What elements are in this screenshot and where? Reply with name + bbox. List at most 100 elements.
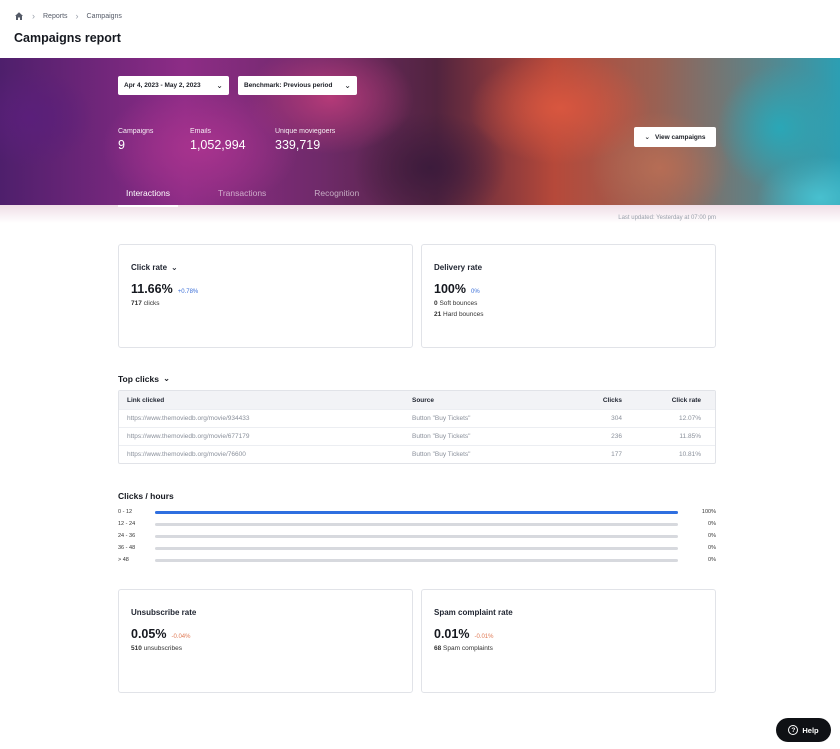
help-button[interactable]: ? Help <box>776 718 831 742</box>
clicks-cell: 304 <box>611 415 622 422</box>
spam-rate-delta: -0.01% <box>474 634 494 640</box>
unsubscribe-rate-value: 0.05% <box>131 627 167 641</box>
column-header: Link clicked <box>127 396 165 404</box>
click-rate-value: 11.66% <box>131 282 173 296</box>
stat-value: 1,052,994 <box>190 138 246 152</box>
page-title: Campaigns report <box>14 31 121 45</box>
hours-row: > 48 0% <box>118 555 716 565</box>
delivery-rate-title: Delivery rate <box>434 263 483 272</box>
click-rate-title-label: Click rate <box>131 263 168 272</box>
delivery-rate-delta: 0% <box>470 289 480 295</box>
hours-percent: 0% <box>708 521 716 527</box>
top-clicks-title-label: Top clicks <box>118 373 159 384</box>
delivery-rate-value: 100% <box>434 282 466 296</box>
link-cell[interactable]: https://www.themoviedb.org/movie/934433 <box>119 415 412 422</box>
spam-complaints-count: 68 <box>434 645 442 652</box>
progress-fill <box>155 510 678 514</box>
clicks-hours-title: Clicks / hours <box>118 491 174 501</box>
stat-label: Unique moviegoers <box>275 128 336 135</box>
unsubscribe-rate-card: Unsubscribe rate 0.05% -0.04% 510 unsubs… <box>118 589 413 693</box>
hours-row: 12 - 24 0% <box>118 519 716 529</box>
table-row: https://www.themoviedb.org/movie/677179 … <box>119 427 715 445</box>
tab-recognition[interactable]: Recognition <box>306 188 367 205</box>
top-bar: › Reports › Campaigns Campaigns report <box>0 0 840 58</box>
spam-rate-value: 0.01% <box>434 627 470 641</box>
link-cell[interactable]: https://www.themoviedb.org/movie/76600 <box>119 451 412 458</box>
clicks-label: clicks <box>143 300 160 307</box>
breadcrumb-separator-icon: › <box>75 11 79 21</box>
breadcrumb-item-reports[interactable]: Reports <box>43 13 68 20</box>
stat-campaigns: Campaigns 9 <box>118 128 153 152</box>
view-campaigns-button[interactable]: ⌄ View campaigns <box>634 127 716 147</box>
link-cell[interactable]: https://www.themoviedb.org/movie/677179 <box>119 433 412 440</box>
hours-row: 24 - 36 0% <box>118 531 716 541</box>
benchmark-value: Benchmark: Previous period <box>244 82 333 89</box>
click-rate-delta: +0.78% <box>177 289 199 295</box>
column-header: Source <box>412 396 435 404</box>
spam-complaint-rate-card: Spam complaint rate 0.01% -0.01% 68 Spam… <box>421 589 716 693</box>
chevron-down-icon: ⌄ <box>171 263 178 272</box>
top-clicks-title[interactable]: Top clicks ⌄ <box>118 373 170 384</box>
spam-rate-title: Spam complaint rate <box>434 608 513 617</box>
progress-track <box>155 558 678 562</box>
hours-label: 36 - 48 <box>118 545 136 551</box>
unsubscribe-rate-title: Unsubscribe rate <box>131 608 197 617</box>
stat-unique-moviegoers: Unique moviegoers 339,719 <box>275 128 335 152</box>
tab-interactions[interactable]: Interactions <box>118 188 178 207</box>
hours-row: 36 - 48 0% <box>118 543 716 553</box>
chevron-down-icon: ⌄ <box>216 81 223 90</box>
tab-bar: Interactions Transactions Recognition <box>118 188 399 207</box>
table-row: https://www.themoviedb.org/movie/76600 B… <box>119 445 715 463</box>
hard-bounces-label: Hard bounces <box>443 311 484 318</box>
tab-transactions[interactable]: Transactions <box>210 188 274 205</box>
breadcrumb-item-campaigns[interactable]: Campaigns <box>87 13 122 20</box>
hours-label: 0 - 12 <box>118 509 133 515</box>
benchmark-dropdown[interactable]: Benchmark: Previous period ⌄ <box>238 76 357 95</box>
unsubscribe-rate-delta: -0.04% <box>171 634 191 640</box>
table-row: https://www.themoviedb.org/movie/934433 … <box>119 409 715 427</box>
stat-label: Emails <box>190 128 212 135</box>
click-rate-cell: 11.85% <box>679 433 701 440</box>
hours-label: 24 - 36 <box>118 533 136 539</box>
source-cell: Button "Buy Tickets" <box>412 433 471 440</box>
unsubscribes-label: unsubscribes <box>143 645 182 652</box>
breadcrumb: › Reports › Campaigns <box>14 11 122 21</box>
date-range-dropdown[interactable]: Apr 4, 2023 - May 2, 2023 ⌄ <box>118 76 229 95</box>
view-campaigns-label: View campaigns <box>654 133 706 141</box>
last-updated: Last updated: Yesterday at 07:00 pm <box>618 215 716 221</box>
progress-track <box>155 522 678 526</box>
hours-percent: 0% <box>708 545 716 551</box>
home-icon[interactable] <box>14 11 24 21</box>
progress-track <box>155 534 678 538</box>
hours-percent: 0% <box>708 557 716 563</box>
stat-value: 9 <box>118 138 125 152</box>
hours-percent: 100% <box>701 509 716 515</box>
unsubscribes-count: 510 <box>131 645 142 652</box>
click-rate-cell: 10.81% <box>678 451 701 458</box>
source-cell: Button "Buy Tickets" <box>412 451 471 458</box>
stat-emails: Emails 1,052,994 <box>190 128 246 152</box>
date-range-value: Apr 4, 2023 - May 2, 2023 <box>124 82 201 89</box>
help-label: Help <box>802 725 819 735</box>
chevron-down-icon: ⌄ <box>344 81 351 90</box>
hours-label: > 48 <box>118 557 129 563</box>
delivery-rate-card: Delivery rate 100% 0% 0 Soft bounces 21 … <box>421 244 716 348</box>
clicks-cell: 236 <box>611 433 622 440</box>
column-header: Clicks <box>602 396 622 404</box>
chevron-down-icon: ⌄ <box>644 134 650 141</box>
clicks-count: 717 <box>131 300 142 307</box>
soft-bounces-label: Soft bounces <box>439 300 478 307</box>
column-header: Click rate <box>671 396 701 404</box>
stat-value: 339,719 <box>275 138 321 152</box>
hours-percent: 0% <box>708 533 716 539</box>
breadcrumb-separator-icon: › <box>32 11 35 21</box>
hours-label: 12 - 24 <box>118 521 136 527</box>
hard-bounces-count: 21 <box>434 311 442 318</box>
click-rate-cell: 12.07% <box>678 415 701 422</box>
progress-track <box>155 546 678 550</box>
click-rate-title[interactable]: Click rate ⌄ <box>131 263 400 272</box>
question-icon: ? <box>788 725 799 735</box>
chevron-down-icon: ⌄ <box>162 373 171 383</box>
top-clicks-table: Link clicked Source Clicks Click rate ht… <box>118 390 716 464</box>
clicks-cell: 177 <box>611 451 622 458</box>
